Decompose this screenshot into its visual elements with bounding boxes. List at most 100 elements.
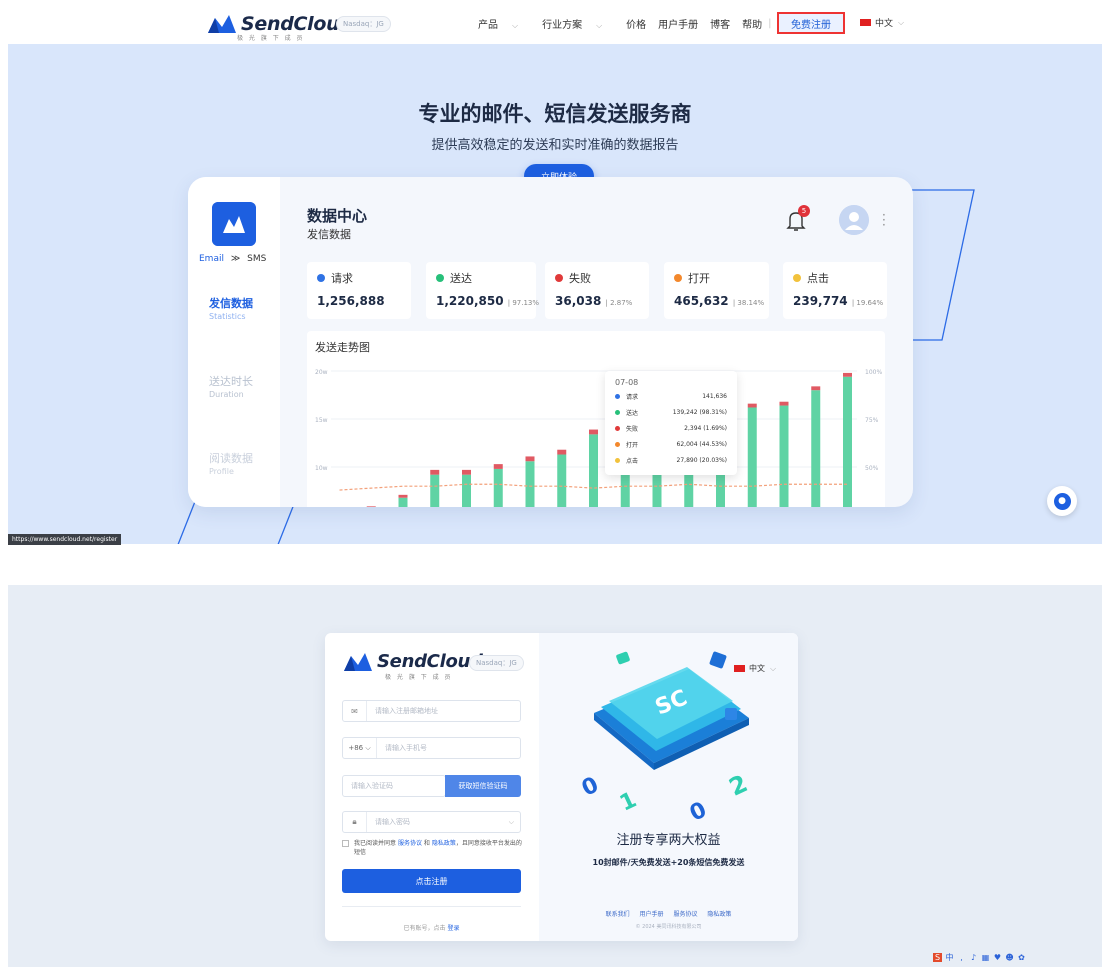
tray-keyboard-icon[interactable]: ▦ [981,953,990,962]
bar-failed [557,449,567,455]
language-switch[interactable]: 中文 ⌵ [734,663,776,674]
y-right-tick-label: 75% [865,417,879,424]
browser-status-url: https://www.sendcloud.net/register [8,534,122,545]
footer-link-contact[interactable]: 联系我们 [606,911,630,918]
register-submit-button[interactable]: 点击注册 [342,869,521,893]
y-right-tick-label: 100% [865,369,882,376]
bar-delivered [747,407,757,507]
sidebar-item-sublabel: Statistics [209,312,246,321]
y-tick-label: 20w [315,369,328,376]
stat-value: 1,256,888 [317,294,385,308]
stat-percent: | 2.87% [605,299,633,307]
double-chevron-icon: ≫ [230,254,241,264]
tab-sms[interactable]: SMS [247,254,266,264]
verification-code-field[interactable]: 请输入验证码 [342,775,446,797]
stat-card-requests: 请求 1,256,888 [307,262,411,319]
sidebar-item-sublabel: Profile [209,467,234,476]
tooltip-value: 62,004 (44.53%) [676,441,727,448]
tray-skin-icon[interactable]: ♥ [993,953,1002,962]
tray-ime-icon[interactable]: 中 [945,953,954,962]
agreement-prefix: 我已阅读并同意 [354,840,397,847]
brand-subtitle: 极 光 旗 下 成 员 [237,35,305,42]
china-flag-icon [860,19,871,26]
nav-item-manual[interactable]: 用户手册 [658,16,698,31]
footer-links: 联系我们 用户手册 服务协议 隐私政策 [539,909,798,918]
bar-delivered [398,497,408,507]
email-field[interactable]: ✉ 请输入注册邮箱地址 [342,700,521,722]
get-sms-code-button[interactable]: 获取短信验证码 [445,775,521,797]
hero-title: 专业的邮件、短信发送服务商 [418,102,692,126]
stat-card-failed: 失败 36,038 | 2.87% [545,262,649,319]
agreement-text: 我已阅读并同意 服务协议 和 隐私政策，且同意接收平台发出的短信 [354,839,522,857]
nav-item-help[interactable]: 帮助 [742,16,762,31]
footer-link-service[interactable]: 服务协议 [673,911,697,918]
have-account-text: 已有账号，点击 [403,925,446,932]
code-placeholder: 请输入验证码 [351,782,393,790]
sidebar-item-statistics[interactable]: 发信数据 Statistics [209,295,253,321]
tooltip-label: 请求 [626,394,639,401]
nav-item-pricing[interactable]: 价格 [626,16,646,31]
login-link[interactable]: 登录 [447,925,459,932]
phone-field[interactable]: +86 ⌵ 请输入手机号 [342,737,521,759]
sidebar-item-duration[interactable]: 送达时长 Duration [209,373,253,399]
nav-item-blog[interactable]: 博客 [710,16,730,31]
chat-button[interactable]: ● [1047,486,1077,516]
tooltip-value: 139,242 (98.31%) [672,409,727,416]
stat-label: 打开 [688,272,710,285]
tray-punctuation-icon[interactable]: , [957,953,966,962]
dashboard-sidebar: Email ≫ SMS 发信数据 Statistics 送达时长 Duratio… [188,177,280,507]
bar-delivered [525,461,535,507]
sidebar-item-profile[interactable]: 阅读数据 Profile [209,450,253,476]
register-card: SendCloud 极 光 旗 下 成 员 Nasdaq：JG ✉ 请输入注册邮… [325,633,798,941]
tooltip-value: 141,636 [702,393,727,400]
stat-card-delivered: 送达 1,220,850 | 97.13% [426,262,539,319]
eye-icon[interactable]: ⌵ [509,818,514,827]
brand-name: SendCloud [377,651,483,672]
legend-dot [615,442,620,447]
tray-user-icon[interactable]: ☻ [1005,953,1014,962]
tray-settings-icon[interactable]: ✿ [1017,953,1026,962]
tray-mic-icon[interactable]: ♪ [969,953,978,962]
bar-failed [462,469,471,475]
legend-dot [674,274,682,282]
footer-link-manual[interactable]: 用户手册 [640,911,664,918]
bar-failed [366,506,376,507]
dashboard-title: 数据中心 [307,207,368,225]
brand-logo[interactable]: SendCloud [343,651,483,672]
tab-email[interactable]: Email [199,254,224,264]
stock-badge: Nasdaq：JG [469,655,524,671]
footer-link-privacy[interactable]: 隐私政策 [707,911,731,918]
login-prompt: 已有账号，点击 登录 [342,923,521,932]
y-tick-label: 10w [315,465,328,472]
tray-app-icon[interactable]: S [933,952,942,962]
user-avatar-icon[interactable] [839,205,869,235]
nav-item-products[interactable]: 产品 ⌵ [478,16,530,31]
register-button[interactable]: 免费注册 [777,12,845,34]
service-agreement-link[interactable]: 服务协议 [398,840,422,847]
bar-failed [398,494,408,498]
more-icon[interactable]: · · · [882,209,886,231]
stat-percent: | 19.64% [851,299,884,307]
checkbox[interactable] [342,840,349,847]
stat-value: 36,038 [555,294,602,308]
svg-text:2: 2 [725,769,752,801]
nav-divider: | [768,18,772,29]
language-switch[interactable]: 中文 ⌵ [860,16,904,29]
sc-illustration: SC 0 1 0 2 [578,651,752,827]
privacy-policy-link[interactable]: 隐私政策 [432,840,456,847]
nav-item-solutions[interactable]: 行业方案 ⌵ [542,16,614,31]
stat-value: 465,632 [674,294,729,308]
agreement-checkbox[interactable]: 我已阅读并同意 服务协议 和 隐私政策，且同意接收平台发出的短信 [342,839,522,857]
tooltip-row: 点击 27,890 (20.03%) [615,456,727,465]
country-code-select[interactable]: +86 ⌵ [343,738,377,758]
chevron-down-icon: ⌵ [770,663,777,673]
language-label: 中文 [875,19,894,29]
tooltip-row: 打开 62,004 (44.53%) [615,440,727,449]
bar-failed [525,456,535,462]
chevron-down-icon: ⌵ [898,17,905,27]
tooltip-value: 27,890 (20.03%) [676,457,727,464]
brand-logo[interactable]: SendCloud [207,13,353,35]
stat-value: 239,774 [793,294,848,308]
app-logo-icon [212,202,256,246]
password-field[interactable]: 🔒︎ 请输入密码 ⌵ [342,811,521,833]
